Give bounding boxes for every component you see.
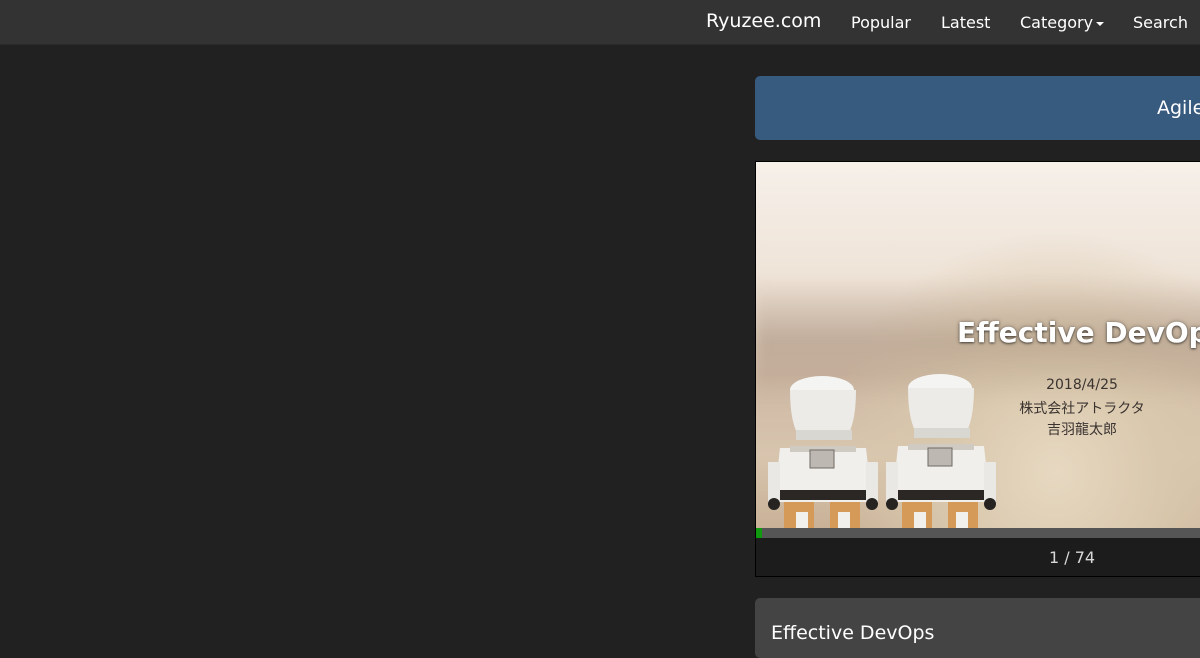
navbar: Ryuzee.com Popular Latest Category Searc… bbox=[0, 0, 1200, 45]
slide-author: 吉羽龍太郎 bbox=[1047, 422, 1117, 438]
nav-search[interactable]: Search bbox=[1133, 13, 1188, 32]
page-counter: 1 / 74 bbox=[756, 538, 1200, 576]
info-title: Effective DevOps bbox=[771, 622, 935, 644]
title-panel: Agile bbox=[755, 76, 1200, 140]
slide-heading: Effective DevOps bbox=[957, 316, 1200, 349]
slide-image[interactable]: Effective DevOps 2018/4/25 株式会社アトラクタ 吉羽龍… bbox=[756, 162, 1200, 528]
info-panel: Effective DevOps bbox=[755, 598, 1200, 658]
slide-company: 株式会社アトラクタ bbox=[1019, 401, 1145, 417]
nav-category[interactable]: Category bbox=[1020, 13, 1105, 32]
left-figure bbox=[768, 376, 878, 528]
slide-date: 2018/4/25 bbox=[1046, 377, 1118, 393]
progress-bar[interactable] bbox=[756, 528, 1200, 538]
slide-title: Agile bbox=[1157, 97, 1200, 119]
caret-down-icon bbox=[1096, 21, 1105, 26]
nav-latest[interactable]: Latest bbox=[941, 13, 990, 32]
page-counter-text: 1 / 74 bbox=[1049, 548, 1096, 567]
nav-popular[interactable]: Popular bbox=[851, 13, 911, 32]
nav-category-label: Category bbox=[1020, 13, 1094, 32]
progress-fill bbox=[756, 528, 763, 538]
brand-link[interactable]: Ryuzee.com bbox=[706, 10, 821, 32]
slide-viewer[interactable]: Effective DevOps 2018/4/25 株式会社アトラクタ 吉羽龍… bbox=[755, 161, 1200, 577]
